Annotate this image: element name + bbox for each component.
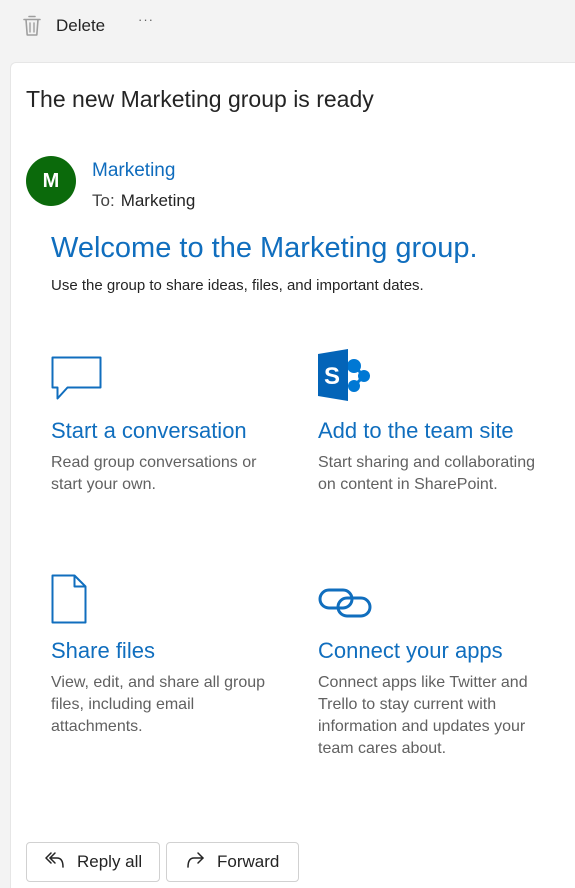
sender-name[interactable]: Marketing: [92, 160, 175, 182]
feature-description: Start sharing and collaborating on conte…: [318, 454, 536, 493]
delete-button[interactable]: Delete: [22, 12, 105, 40]
recipient-row: To: Marketing: [92, 191, 195, 211]
reply-all-icon: [45, 851, 77, 874]
feature-description: Connect apps like Twitter and Trello to …: [318, 674, 528, 757]
svg-text:S: S: [324, 363, 340, 390]
feature-description: Read group conversations or start your o…: [51, 454, 257, 493]
feature-connect-apps: Connect your apps Connect apps like Twit…: [318, 568, 558, 760]
more-options-button[interactable]: ···: [138, 12, 154, 36]
delete-label: Delete: [56, 16, 106, 35]
recipient-name[interactable]: Marketing: [121, 191, 196, 210]
forward-label: Forward: [217, 852, 280, 871]
feature-start-conversation: Start a conversation Read group conversa…: [51, 348, 291, 496]
feature-share-files: Share files View, edit, and share all gr…: [51, 568, 291, 738]
feature-team-site: S Add to the team site Start sharing and…: [318, 348, 558, 496]
trash-icon: [22, 15, 42, 37]
feature-title[interactable]: Start a conversation: [51, 418, 291, 444]
sender-avatar[interactable]: M: [26, 156, 76, 206]
reply-all-label: Reply all: [77, 852, 143, 871]
feature-title[interactable]: Share files: [51, 638, 291, 664]
message-subject: The new Marketing group is ready: [26, 86, 374, 112]
feature-title[interactable]: Connect your apps: [318, 638, 558, 664]
to-label: To:: [92, 191, 115, 210]
forward-icon: [185, 851, 217, 874]
feature-title[interactable]: Add to the team site: [318, 418, 558, 444]
welcome-intro: Use the group to share ideas, files, and…: [51, 277, 424, 294]
feature-description: View, edit, and share all group files, i…: [51, 674, 266, 735]
reply-all-button[interactable]: Reply all: [26, 842, 160, 882]
forward-button[interactable]: Forward: [166, 842, 299, 882]
welcome-heading: Welcome to the Marketing group.: [51, 232, 478, 264]
command-bar: Delete ···: [0, 0, 575, 52]
